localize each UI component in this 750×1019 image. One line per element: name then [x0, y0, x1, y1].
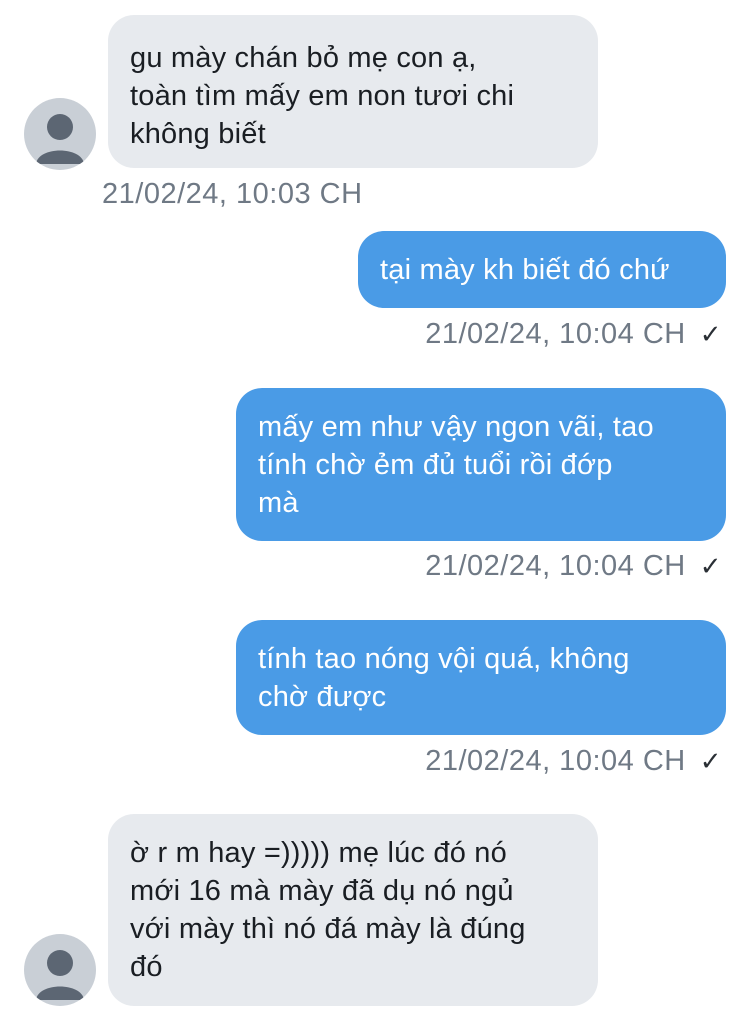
sent-check-icon: ✓ — [699, 746, 722, 776]
message-bubble-incoming[interactable]: gu mày chán bỏ mẹ con ạ, toàn tìm mấy em… — [108, 15, 598, 168]
message-bubble-incoming[interactable]: ờ r m hay =))))) mẹ lúc đó nó mới 16 mà … — [108, 814, 598, 1006]
message-bubble-outgoing[interactable]: tính tao nóng vội quá, không chờ được — [236, 620, 726, 735]
timestamp-text: 21/02/24, 10:04 CH — [425, 745, 686, 777]
timestamp-text: 21/02/24, 10:04 CH — [425, 550, 686, 582]
message-timestamp: 21/02/24, 10:03 CH — [102, 178, 363, 210]
timestamp-text: 21/02/24, 10:04 CH — [425, 318, 686, 350]
message-timestamp: 21/02/24, 10:04 CH ✓ — [425, 745, 722, 778]
user-avatar-icon[interactable] — [24, 934, 96, 1006]
sent-check-icon: ✓ — [699, 319, 722, 349]
sent-check-icon: ✓ — [699, 551, 722, 581]
message-timestamp: 21/02/24, 10:04 CH ✓ — [425, 318, 722, 351]
message-timestamp: 21/02/24, 10:04 CH ✓ — [425, 550, 722, 583]
message-bubble-outgoing[interactable]: tại mày kh biết đó chứ — [358, 231, 726, 308]
message-bubble-outgoing[interactable]: mấy em như vậy ngon vãi, tao tính chờ ẻm… — [236, 388, 726, 541]
user-avatar-icon[interactable] — [24, 98, 96, 170]
